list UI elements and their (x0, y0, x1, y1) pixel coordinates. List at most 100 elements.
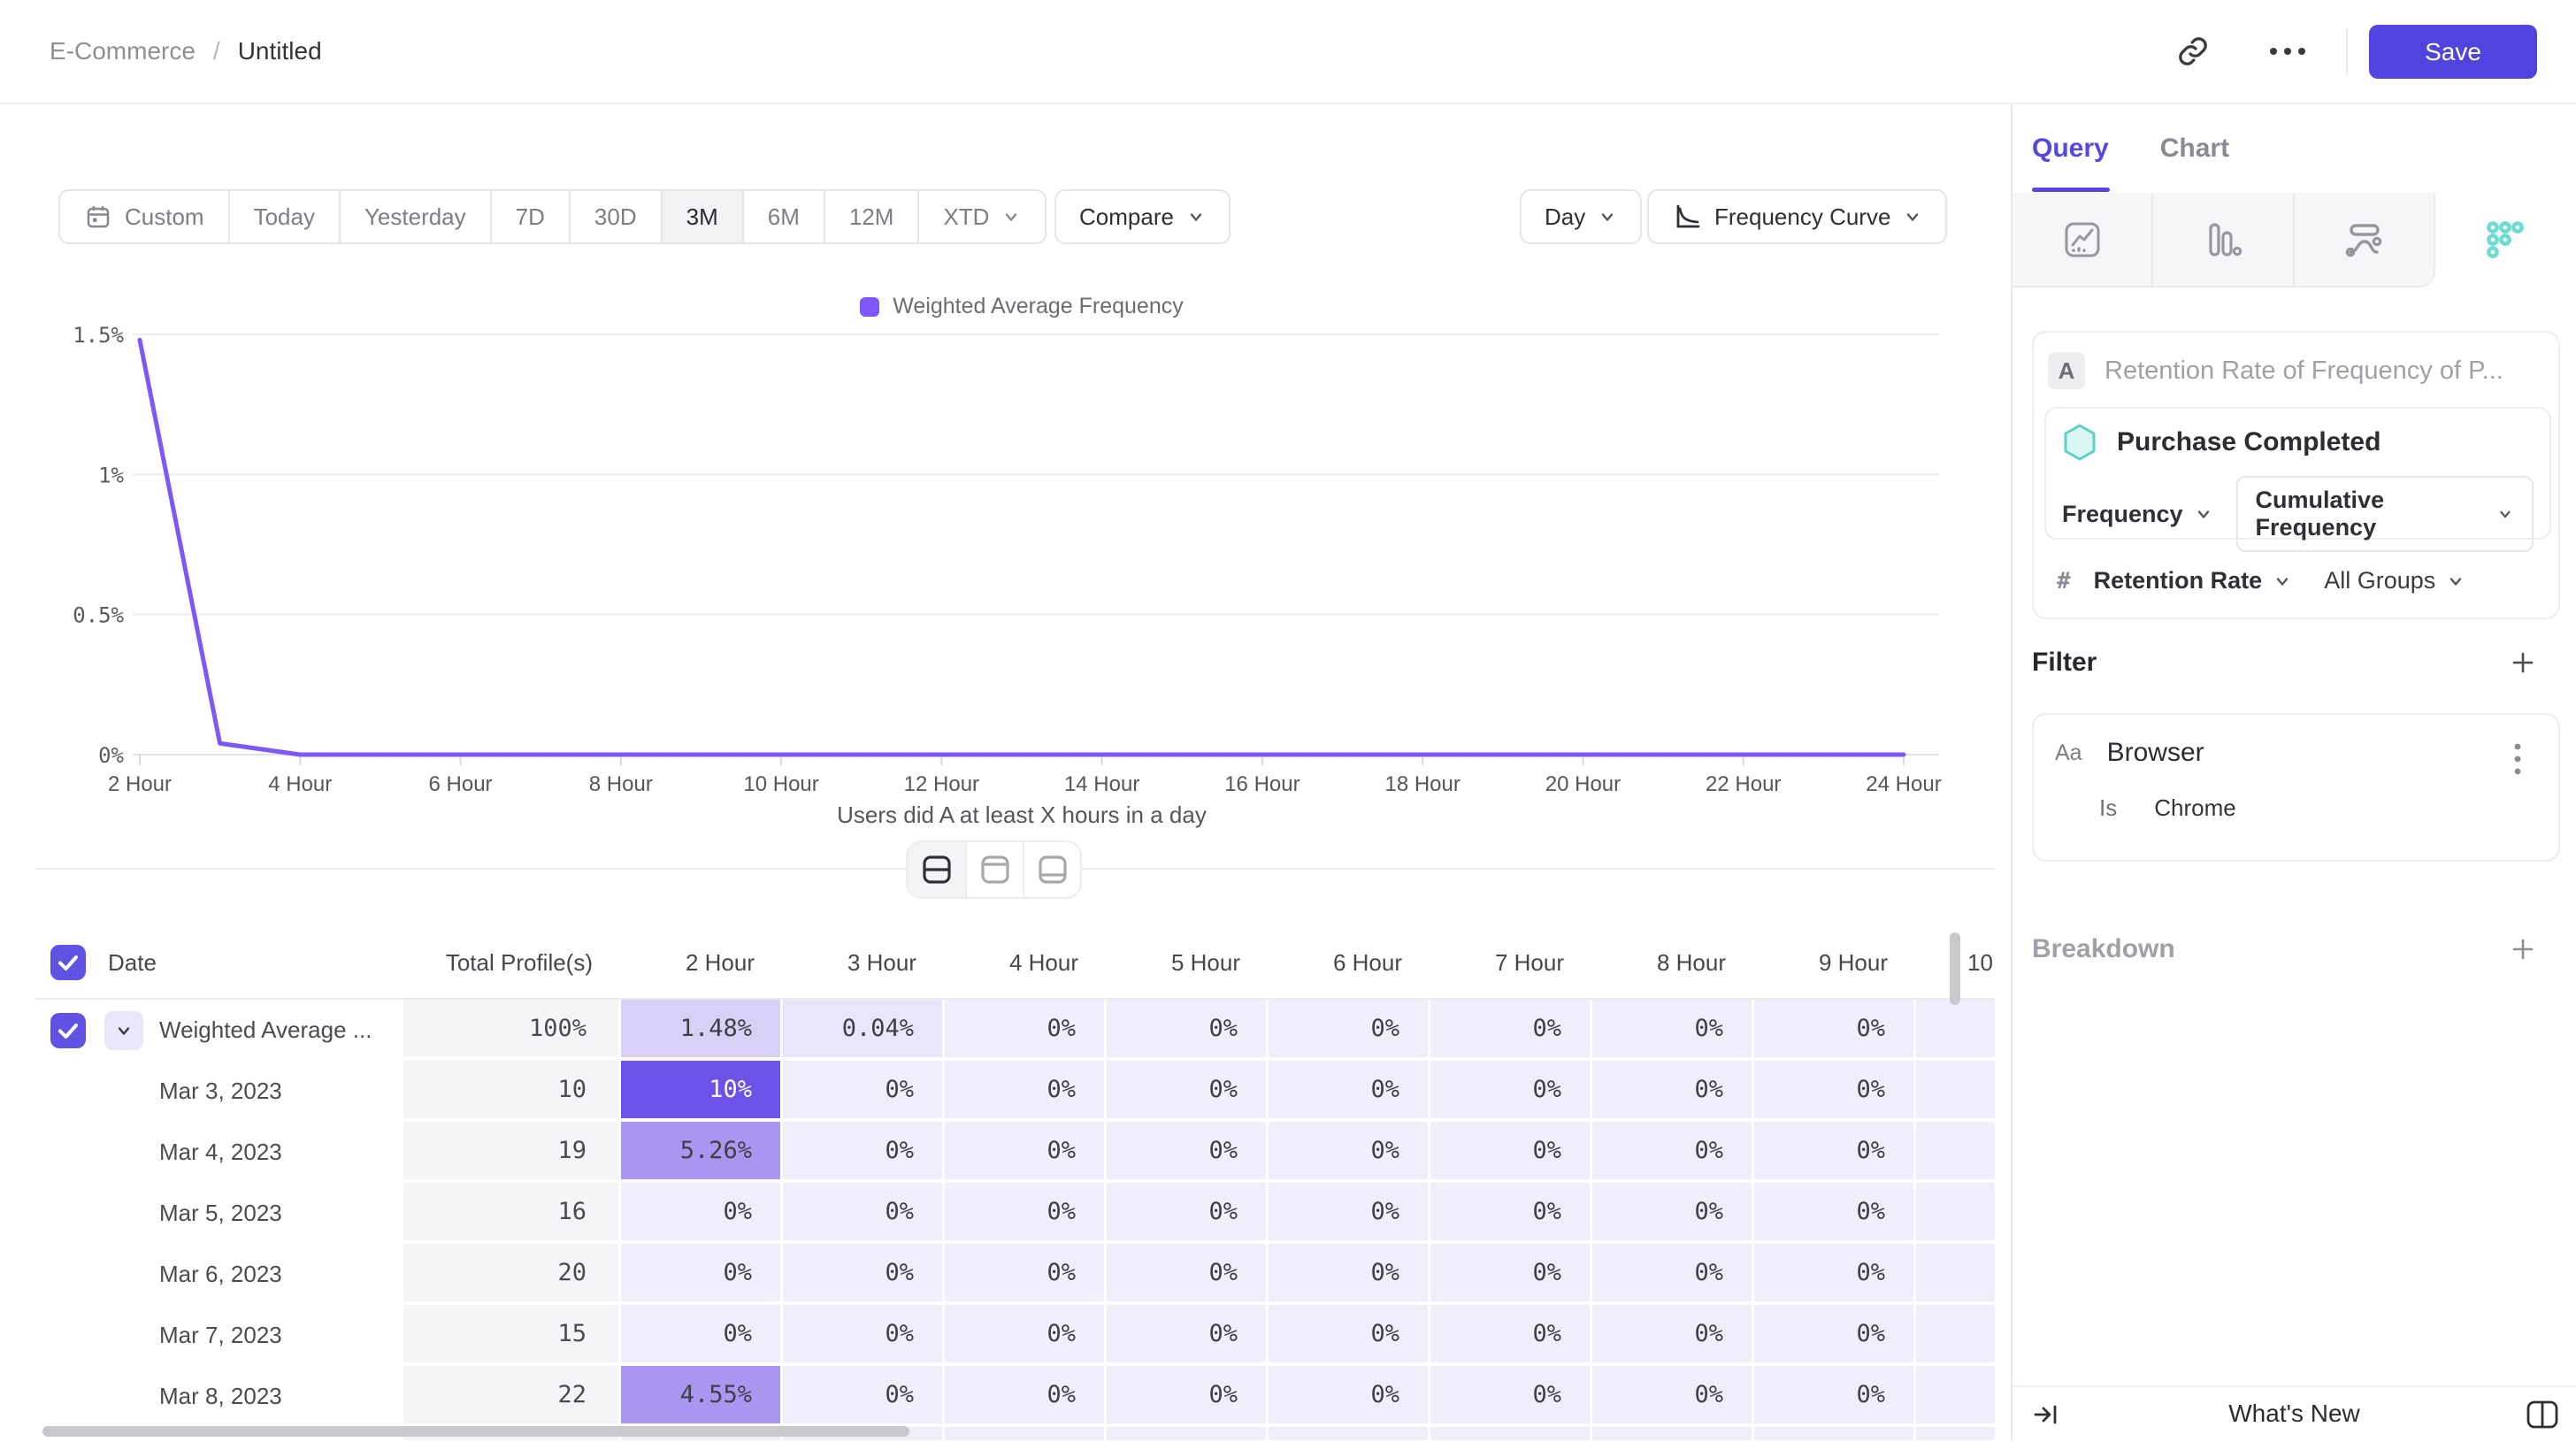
filter-card[interactable]: Aa Browser Is Chrome (2032, 713, 2560, 862)
value-cell[interactable] (1916, 1366, 1995, 1427)
value-cell[interactable] (1916, 1061, 1995, 1122)
value-cell[interactable]: 0% (1592, 1305, 1754, 1366)
value-cell[interactable]: 0% (1430, 1061, 1592, 1122)
metric-dropdown[interactable]: Retention Rate (2094, 567, 2293, 594)
column-header[interactable]: 3 Hour (783, 927, 945, 998)
event-name[interactable]: Purchase Completed (2117, 427, 2380, 457)
value-cell[interactable]: 0% (783, 1183, 945, 1244)
value-cell[interactable]: 0% (1269, 1000, 1430, 1061)
column-header[interactable]: 8 Hour (1592, 927, 1754, 998)
value-cell[interactable]: 0% (1430, 1305, 1592, 1366)
value-cell[interactable] (1916, 1244, 1995, 1305)
value-cell[interactable]: 0% (1269, 1061, 1430, 1122)
column-header[interactable]: 7 Hour (1430, 927, 1592, 998)
value-cell[interactable]: 0% (945, 1061, 1107, 1122)
value-cell[interactable]: 0% (945, 1305, 1107, 1366)
filter-property-name[interactable]: Browser (2107, 738, 2204, 768)
value-cell[interactable]: 0% (1269, 1305, 1430, 1366)
value-cell[interactable]: 0% (1430, 1122, 1592, 1183)
value-cell[interactable]: 5.26% (621, 1122, 783, 1183)
column-header[interactable]: 4 Hour (945, 927, 1107, 998)
collapse-sidebar-button[interactable] (2020, 1387, 2073, 1442)
value-cell[interactable]: 0% (1592, 1000, 1754, 1061)
value-cell[interactable]: 0% (1107, 1122, 1269, 1183)
table-row[interactable]: Mar 3, 20231010%0%0%0%0%0%0%0% (35, 1061, 1995, 1122)
range-button-xtd[interactable]: XTD (917, 191, 1045, 242)
value-cell[interactable]: 0% (621, 1244, 783, 1305)
range-button-7d[interactable]: 7D (490, 191, 569, 242)
range-button-12m[interactable]: 12M (824, 191, 918, 242)
value-cell[interactable]: 0% (1754, 1366, 1916, 1427)
horizontal-scrollbar[interactable] (42, 1426, 909, 1437)
value-cell[interactable]: 0% (945, 1000, 1107, 1061)
table-row[interactable]: Mar 6, 2023200%0%0%0%0%0%0%0% (35, 1244, 1995, 1305)
value-cell[interactable]: 0% (1107, 1061, 1269, 1122)
value-cell[interactable]: 0% (1107, 1244, 1269, 1305)
value-cell[interactable]: 0% (783, 1061, 945, 1122)
value-cell[interactable]: 0.04% (783, 1000, 945, 1061)
breadcrumb-project[interactable]: E-Commerce (50, 37, 196, 65)
range-button-today[interactable]: Today (228, 191, 339, 242)
value-cell[interactable]: 0% (1592, 1122, 1754, 1183)
value-cell[interactable]: 0% (1107, 1183, 1269, 1244)
checkbox-checked-icon[interactable] (50, 1012, 87, 1049)
value-cell[interactable]: 1.48% (621, 1000, 783, 1061)
chart-type-bar[interactable] (2153, 193, 2294, 288)
value-cell[interactable]: 0% (1754, 1244, 1916, 1305)
value-cell[interactable]: 0% (945, 1366, 1107, 1427)
value-cell[interactable]: 0% (945, 1183, 1107, 1244)
expand-row-button[interactable] (104, 1011, 143, 1050)
value-cell[interactable]: 0% (1754, 1000, 1916, 1061)
column-header[interactable]: 5 Hour (1107, 927, 1269, 998)
value-cell[interactable]: 0% (1107, 1366, 1269, 1427)
checkbox-checked-icon[interactable] (50, 944, 87, 981)
event-card[interactable]: Purchase Completed Frequency Cumulative … (2044, 407, 2551, 540)
value-cell[interactable]: 0% (1754, 1061, 1916, 1122)
table-row[interactable]: Weighted Average ...100%1.48%0.04%0%0%0%… (35, 1000, 1995, 1061)
groups-dropdown[interactable]: All Groups (2324, 567, 2465, 594)
range-button-custom[interactable]: Custom (60, 191, 228, 242)
value-cell[interactable]: 0% (1592, 1061, 1754, 1122)
value-cell[interactable]: 0% (1592, 1183, 1754, 1244)
value-cell[interactable]: 0% (1754, 1122, 1916, 1183)
value-cell[interactable]: 0% (1269, 1244, 1430, 1305)
layout-panel-button[interactable] (2516, 1387, 2569, 1442)
value-cell[interactable]: 0% (783, 1366, 945, 1427)
table-row[interactable]: Mar 7, 2023150%0%0%0%0%0%0%0% (35, 1305, 1995, 1366)
value-cell[interactable]: 0% (1107, 1305, 1269, 1366)
frequency-curve-chart[interactable]: 0%0.5%1%1.5%2 Hour4 Hour6 Hour8 Hour10 H… (0, 318, 2011, 858)
vertical-scrollbar[interactable] (1950, 932, 1960, 1005)
table-row[interactable]: Mar 4, 2023195.26%0%0%0%0%0%0%0% (35, 1122, 1995, 1183)
whats-new-link[interactable]: What's New (2012, 1400, 2576, 1428)
value-cell[interactable]: 0% (1754, 1305, 1916, 1366)
value-cell[interactable]: 0% (621, 1305, 783, 1366)
value-cell[interactable]: 0% (1430, 1366, 1592, 1427)
filter-value[interactable]: Chrome (2154, 794, 2235, 822)
value-cell[interactable]: 0% (945, 1244, 1107, 1305)
table-row[interactable]: Mar 8, 2023224.55%0%0%0%0%0%0%0% (35, 1366, 1995, 1427)
column-header[interactable]: 2 Hour (621, 927, 783, 998)
measure-dropdown[interactable]: Frequency (2062, 501, 2213, 528)
range-button-3m[interactable]: 3M (661, 191, 742, 242)
more-options-button[interactable] (2261, 25, 2314, 78)
value-cell[interactable]: 0% (1592, 1366, 1754, 1427)
view-split-rows-button[interactable] (908, 842, 965, 897)
range-button-yesterday[interactable]: Yesterday (339, 191, 490, 242)
value-cell[interactable]: 0% (1269, 1122, 1430, 1183)
value-cell[interactable] (1916, 1305, 1995, 1366)
series-title-input[interactable]: Retention Rate of Frequency of P... (2104, 357, 2503, 386)
column-header[interactable]: 9 Hour (1754, 927, 1916, 998)
view-header-panel-button[interactable] (965, 842, 1023, 897)
compare-button[interactable]: Compare (1054, 189, 1230, 244)
filter-menu-button[interactable] (2498, 740, 2537, 779)
chart-type-retention[interactable] (2435, 193, 2576, 288)
value-cell[interactable]: 0% (783, 1244, 945, 1305)
value-cell[interactable]: 0% (783, 1122, 945, 1183)
value-cell[interactable]: 4.55% (621, 1366, 783, 1427)
value-cell[interactable]: 0% (1592, 1244, 1754, 1305)
column-header[interactable]: 6 Hour (1269, 927, 1430, 998)
value-cell[interactable]: 0% (945, 1122, 1107, 1183)
tab-query[interactable]: Query (2032, 134, 2109, 164)
value-cell[interactable]: 0% (1430, 1000, 1592, 1061)
copy-link-button[interactable] (2166, 25, 2220, 78)
